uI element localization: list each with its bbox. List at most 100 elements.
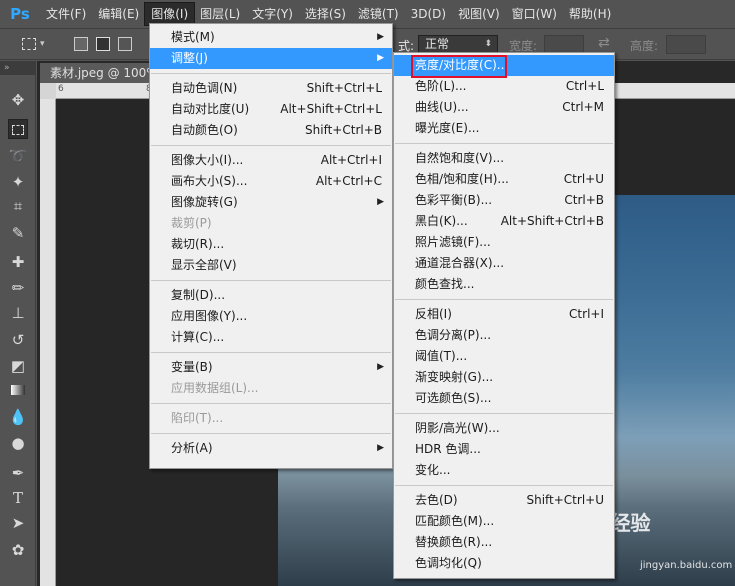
rectangular-marquee-tool-icon[interactable] xyxy=(8,119,28,139)
height-field[interactable] xyxy=(666,35,706,54)
move-tool-icon[interactable]: ✥ xyxy=(8,90,28,110)
menu-item[interactable]: 照片滤镜(F)... xyxy=(394,232,614,253)
marquee-preset-icon[interactable] xyxy=(22,38,36,50)
type-tool-icon[interactable]: T xyxy=(8,488,28,508)
menu-item[interactable]: 色阶(L)... Ctrl+L xyxy=(394,76,614,97)
gradient-tool-icon[interactable] xyxy=(8,380,28,400)
menu-item-label: 自然饱和度(V)... xyxy=(415,151,505,165)
menu-item-label: 计算(C)... xyxy=(171,330,225,344)
menu-item[interactable]: 去色(D) Shift+Ctrl+U xyxy=(394,490,614,511)
custom-shape-tool-icon[interactable]: ✿ xyxy=(8,540,28,560)
menu-item[interactable]: 计算(C)... xyxy=(150,327,392,348)
menubar-item[interactable]: 图像(I) xyxy=(144,2,196,26)
menu-item-shortcut: Alt+Shift+Ctrl+L xyxy=(280,102,382,116)
menu-item[interactable]: 画布大小(S)... Alt+Ctrl+C xyxy=(150,171,392,192)
menubar-item[interactable]: 窗口(W) xyxy=(506,3,563,25)
brush-tool-icon[interactable]: ✏ xyxy=(8,278,28,298)
menu-item[interactable]: 黑白(K)... Alt+Shift+Ctrl+B xyxy=(394,211,614,232)
menu-item[interactable]: 裁切(R)... xyxy=(150,234,392,255)
subtract-selection-mode-icon[interactable] xyxy=(118,37,132,51)
menu-item[interactable]: 渐变映射(G)... xyxy=(394,367,614,388)
menu-item[interactable]: 自动色调(N) Shift+Ctrl+L xyxy=(150,78,392,99)
menu-item[interactable]: 模式(M) ▶ xyxy=(150,27,392,48)
menu-item[interactable]: 阴影/高光(W)... xyxy=(394,418,614,439)
menu-item-label: 色调分离(P)... xyxy=(415,328,492,342)
menu-item[interactable]: 曝光度(E)... xyxy=(394,118,614,139)
menu-item-label: 阴影/高光(W)... xyxy=(415,421,500,435)
menubar-item[interactable]: 文字(Y) xyxy=(246,3,299,25)
healing-brush-tool-icon[interactable]: ✚ xyxy=(8,252,28,272)
pen-tool-icon[interactable]: ✒ xyxy=(8,463,28,483)
menu-item[interactable]: 可选颜色(S)... xyxy=(394,388,614,409)
magic-wand-tool-icon[interactable]: ✦ xyxy=(8,172,28,192)
menubar-item[interactable]: 视图(V) xyxy=(452,3,506,25)
menubar-item[interactable]: 帮助(H) xyxy=(563,3,617,25)
menu-item-label: 阈值(T)... xyxy=(415,349,468,363)
chevron-down-icon[interactable]: ▾ xyxy=(40,39,45,49)
menu-item-label: 替换颜色(R)... xyxy=(415,535,493,549)
menu-item[interactable]: 颜色查找... xyxy=(394,274,614,295)
clone-stamp-tool-icon[interactable]: ⊥ xyxy=(8,303,28,323)
crop-tool-icon[interactable]: ⌗ xyxy=(8,196,28,216)
menu-item[interactable]: 色相/饱和度(H)... Ctrl+U xyxy=(394,169,614,190)
menubar-item[interactable]: 3D(D) xyxy=(405,3,452,25)
menu-item[interactable]: 匹配颜色(M)... xyxy=(394,511,614,532)
menu-item[interactable]: HDR 色调... xyxy=(394,439,614,460)
menu-item-label: 模式(M) xyxy=(171,30,215,44)
menu-item[interactable]: 色调分离(P)... xyxy=(394,325,614,346)
menu-item[interactable]: 曲线(U)... Ctrl+M xyxy=(394,97,614,118)
menu-item[interactable]: 显示全部(V) xyxy=(150,255,392,276)
menu-item[interactable]: 反相(I) Ctrl+I xyxy=(394,304,614,325)
menu-item-label: 应用图像(Y)... xyxy=(171,309,248,323)
menu-item[interactable]: 通道混合器(X)... xyxy=(394,253,614,274)
menu-item[interactable]: 色调均化(Q) xyxy=(394,553,614,574)
submenu-arrow-icon: ▶ xyxy=(377,32,384,42)
menu-item[interactable]: 自动对比度(U) Alt+Shift+Ctrl+L xyxy=(150,99,392,120)
menu-item-label: 应用数据组(L)... xyxy=(171,381,259,395)
menubar-item[interactable]: 编辑(E) xyxy=(92,3,145,25)
history-brush-tool-icon[interactable]: ↺ xyxy=(8,330,28,350)
menu-item-label: 变化... xyxy=(415,463,451,477)
menu-item[interactable]: 变量(B) ▶ xyxy=(150,357,392,378)
menu-separator xyxy=(151,280,391,281)
menubar-item[interactable]: 图层(L) xyxy=(194,3,246,25)
path-selection-tool-icon[interactable]: ➤ xyxy=(8,513,28,533)
add-selection-mode-icon[interactable] xyxy=(96,37,110,51)
menu-item[interactable]: 自然饱和度(V)... xyxy=(394,148,614,169)
menu-item-label: HDR 色调... xyxy=(415,442,481,456)
menu-item[interactable]: 调整(J) ▶ xyxy=(150,48,392,69)
blur-tool-icon[interactable]: 💧 xyxy=(8,407,28,427)
menu-item[interactable]: 复制(D)... xyxy=(150,285,392,306)
menu-item-label: 色阶(L)... xyxy=(415,79,467,93)
menubar-item[interactable]: 文件(F) xyxy=(40,3,92,25)
menubar-item[interactable]: 选择(S) xyxy=(299,3,352,25)
lasso-tool-icon[interactable]: ➰ xyxy=(8,146,28,166)
menu-item[interactable]: 自动颜色(O) Shift+Ctrl+B xyxy=(150,120,392,141)
menu-item[interactable]: 图像旋转(G) ▶ xyxy=(150,192,392,213)
tools-panel: ✥ ➰ ✦ ⌗ ✎ ✚ ✏ ⊥ ↺ ◩ 💧 ● ✒ T ➤ ✿ xyxy=(0,75,36,586)
menu-item[interactable]: 变化... xyxy=(394,460,614,481)
menu-separator xyxy=(151,145,391,146)
menu-item[interactable]: 图像大小(I)... Alt+Ctrl+I xyxy=(150,150,392,171)
menu-item[interactable]: 阈值(T)... xyxy=(394,346,614,367)
menu-item-shortcut: Shift+Ctrl+B xyxy=(305,123,382,137)
eraser-tool-icon[interactable]: ◩ xyxy=(8,356,28,376)
menu-item-shortcut: Ctrl+L xyxy=(565,79,604,93)
menu-separator xyxy=(395,143,613,144)
menu-item[interactable]: 分析(A) ▶ xyxy=(150,438,392,459)
menu-item-shortcut: Alt+Ctrl+C xyxy=(315,174,382,188)
toolbar-collapse[interactable]: » xyxy=(0,61,36,75)
swap-icon[interactable]: ⇄ xyxy=(598,35,610,51)
dodge-tool-icon[interactable]: ● xyxy=(8,433,28,453)
eyedropper-tool-icon[interactable]: ✎ xyxy=(8,223,28,243)
menu-item[interactable]: 替换颜色(R)... xyxy=(394,532,614,553)
menu-separator xyxy=(395,485,613,486)
menu-item[interactable]: 色彩平衡(B)... Ctrl+B xyxy=(394,190,614,211)
menu-item-shortcut: Alt+Ctrl+I xyxy=(320,153,382,167)
menu-item[interactable]: 应用图像(Y)... xyxy=(150,306,392,327)
submenu-arrow-icon: ▶ xyxy=(377,443,384,453)
menu-item-label: 色调均化(Q) xyxy=(415,556,482,570)
menubar-item[interactable]: 滤镜(T) xyxy=(352,3,405,25)
new-selection-mode-icon[interactable] xyxy=(74,37,88,51)
submenu-arrow-icon: ▶ xyxy=(377,197,384,207)
